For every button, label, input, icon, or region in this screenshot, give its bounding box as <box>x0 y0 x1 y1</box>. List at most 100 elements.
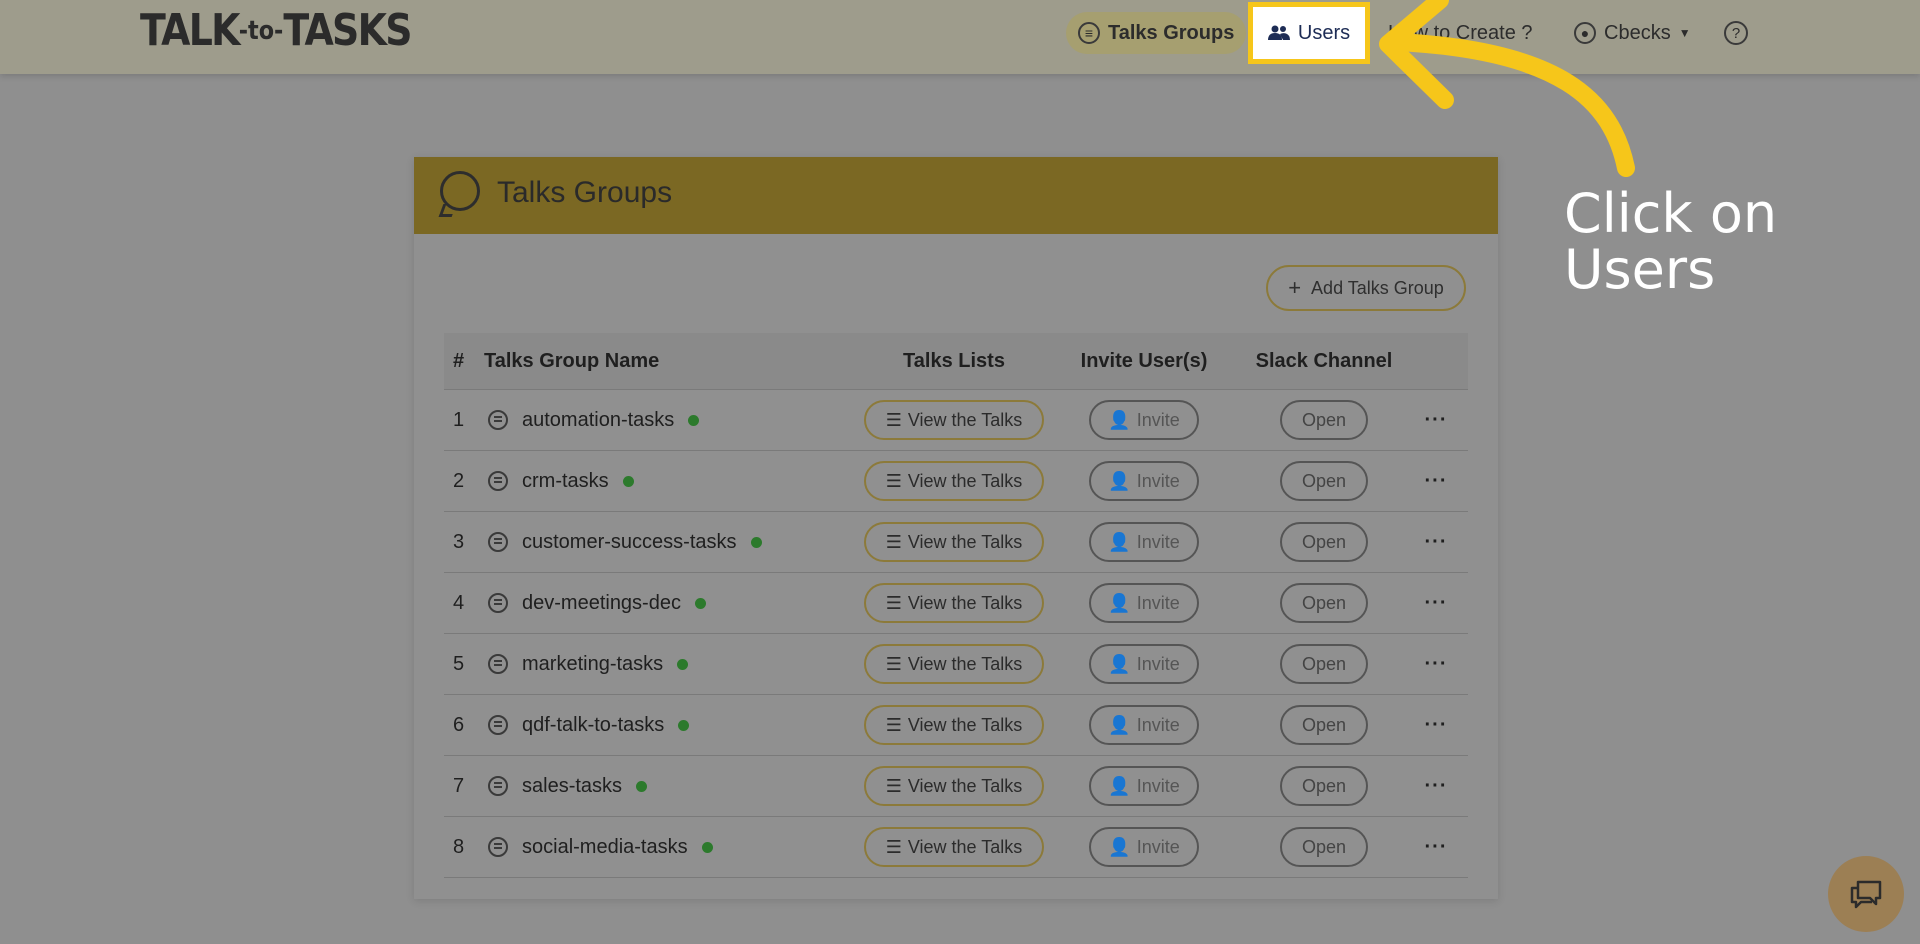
brand-joiner: -to- <box>238 16 284 46</box>
row-name[interactable]: sales-tasks <box>522 775 622 798</box>
row-number: 4 <box>453 591 465 614</box>
view-talks-label: View the Talks <box>907 714 1023 735</box>
open-slack-button[interactable]: Open <box>1280 461 1368 501</box>
row-name[interactable]: marketing-tasks <box>522 653 663 676</box>
talks-groups-card: Talks Groups + Add Talks Group # Talks G… <box>414 157 1498 899</box>
row-invite-cell: 👤 Invite <box>1044 461 1244 501</box>
more-options-button[interactable]: ··· <box>1404 592 1468 615</box>
row-name[interactable]: crm-tasks <box>522 470 609 493</box>
nav-users-label: Users <box>1297 21 1351 44</box>
row-name[interactable]: automation-tasks <box>522 409 674 432</box>
open-slack-button[interactable]: Open <box>1280 400 1368 440</box>
header-name: Talks Group Name <box>484 349 660 372</box>
invite-button[interactable]: 👤 Invite <box>1089 644 1199 684</box>
chat-list-icon: ≡ <box>1078 22 1100 44</box>
row-name[interactable]: qdf-talk-to-tasks <box>522 714 664 737</box>
open-label: Open <box>1301 653 1347 674</box>
card-title: Talks Groups <box>497 176 673 209</box>
open-slack-button[interactable]: Open <box>1280 827 1368 867</box>
open-slack-button[interactable]: Open <box>1280 705 1368 745</box>
row-number: 1 <box>453 408 465 431</box>
ellipsis-icon: ··· <box>1424 591 1448 614</box>
row-name[interactable]: social-media-tasks <box>522 836 688 859</box>
table-row: 7 sales-tasks ☰ View the Talks 👤 Invite Open ··… <box>444 756 1468 817</box>
invite-button[interactable]: 👤 Invite <box>1089 827 1199 867</box>
open-slack-button[interactable]: Open <box>1280 644 1368 684</box>
status-dot <box>694 597 706 609</box>
invite-label: Invite <box>1136 653 1180 674</box>
talks-group-icon <box>488 410 508 430</box>
view-talks-button[interactable]: ☰ View the Talks <box>864 522 1044 562</box>
add-talks-group-button[interactable]: + Add Talks Group <box>1266 265 1466 311</box>
row-slack-cell: Open <box>1244 461 1404 501</box>
view-talks-button[interactable]: ☰ View the Talks <box>864 644 1044 684</box>
talks-group-icon <box>488 776 508 796</box>
invite-button[interactable]: 👤 Invite <box>1089 766 1199 806</box>
invite-button[interactable]: 👤 Invite <box>1089 400 1199 440</box>
invite-label: Invite <box>1136 409 1180 430</box>
invite-label: Invite <box>1136 470 1180 491</box>
nav-talks-groups[interactable]: ≡ Talks Groups <box>1066 12 1247 54</box>
open-label: Open <box>1301 409 1347 430</box>
view-talks-button[interactable]: ☰ View the Talks <box>864 461 1044 501</box>
talks-group-icon <box>440 171 480 211</box>
row-name-cell: marketing-tasks <box>484 653 864 676</box>
row-talks-cell: ☰ View the Talks <box>864 827 1044 867</box>
view-talks-label: View the Talks <box>907 775 1023 796</box>
invite-button[interactable]: 👤 Invite <box>1089 583 1199 623</box>
table-row: 3 customer-success-tasks ☰ View the Talks 👤 I… <box>444 512 1468 573</box>
open-slack-button[interactable]: Open <box>1280 766 1368 806</box>
row-talks-cell: ☰ View the Talks <box>864 522 1044 562</box>
invite-button[interactable]: 👤 Invite <box>1089 705 1199 745</box>
add-user-icon: 👤 <box>1108 592 1131 613</box>
status-dot <box>688 414 700 426</box>
more-options-button[interactable]: ··· <box>1404 531 1468 554</box>
card-header: Talks Groups <box>414 157 1498 234</box>
open-slack-button[interactable]: Open <box>1280 583 1368 623</box>
add-user-icon: 👤 <box>1108 470 1131 491</box>
view-talks-label: View the Talks <box>907 409 1023 430</box>
view-talks-button[interactable]: ☰ View the Talks <box>864 583 1044 623</box>
row-name[interactable]: customer-success-tasks <box>522 531 737 554</box>
more-options-button[interactable]: ··· <box>1404 653 1468 676</box>
view-talks-button[interactable]: ☰ View the Talks <box>864 766 1044 806</box>
row-name-cell: sales-tasks <box>484 775 864 798</box>
invite-button[interactable]: 👤 Invite <box>1089 461 1199 501</box>
ellipsis-icon: ··· <box>1424 652 1448 675</box>
view-talks-button[interactable]: ☰ View the Talks <box>864 827 1044 867</box>
header-talks-lists: Talks Lists <box>903 349 1005 372</box>
more-options-button[interactable]: ··· <box>1404 775 1468 798</box>
view-talks-label: View the Talks <box>907 470 1023 491</box>
row-number: 3 <box>453 530 465 553</box>
ellipsis-icon: ··· <box>1424 774 1448 797</box>
row-name[interactable]: dev-meetings-dec <box>522 592 681 615</box>
invite-label: Invite <box>1136 592 1180 613</box>
row-name-cell: customer-success-tasks <box>484 531 864 554</box>
help-button[interactable]: ? <box>1724 12 1748 54</box>
status-dot <box>677 658 689 670</box>
add-user-icon: 👤 <box>1108 836 1131 857</box>
row-number: 2 <box>453 469 465 492</box>
more-options-button[interactable]: ··· <box>1404 470 1468 493</box>
status-dot <box>678 719 690 731</box>
open-slack-button[interactable]: Open <box>1280 522 1368 562</box>
row-invite-cell: 👤 Invite <box>1044 583 1244 623</box>
talks-group-icon <box>488 715 508 735</box>
view-talks-button[interactable]: ☰ View the Talks <box>864 705 1044 745</box>
add-user-icon: 👤 <box>1108 714 1131 735</box>
table-row: 4 dev-meetings-dec ☰ View the Talks 👤 Invite O… <box>444 573 1468 634</box>
row-talks-cell: ☰ View the Talks <box>864 400 1044 440</box>
more-options-button[interactable]: ··· <box>1404 836 1468 859</box>
invite-label: Invite <box>1136 775 1180 796</box>
invite-button[interactable]: 👤 Invite <box>1089 522 1199 562</box>
row-talks-cell: ☰ View the Talks <box>864 705 1044 745</box>
more-options-button[interactable]: ··· <box>1404 714 1468 737</box>
more-options-button[interactable]: ··· <box>1404 409 1468 432</box>
list-icon: ☰ <box>885 409 902 430</box>
list-icon: ☰ <box>885 714 902 735</box>
view-talks-button[interactable]: ☰ View the Talks <box>864 400 1044 440</box>
row-number: 5 <box>453 652 465 675</box>
chat-widget-button[interactable] <box>1828 856 1904 932</box>
ellipsis-icon: ··· <box>1424 408 1448 431</box>
brand-logo[interactable]: TALK-to-TASKS <box>140 6 412 56</box>
